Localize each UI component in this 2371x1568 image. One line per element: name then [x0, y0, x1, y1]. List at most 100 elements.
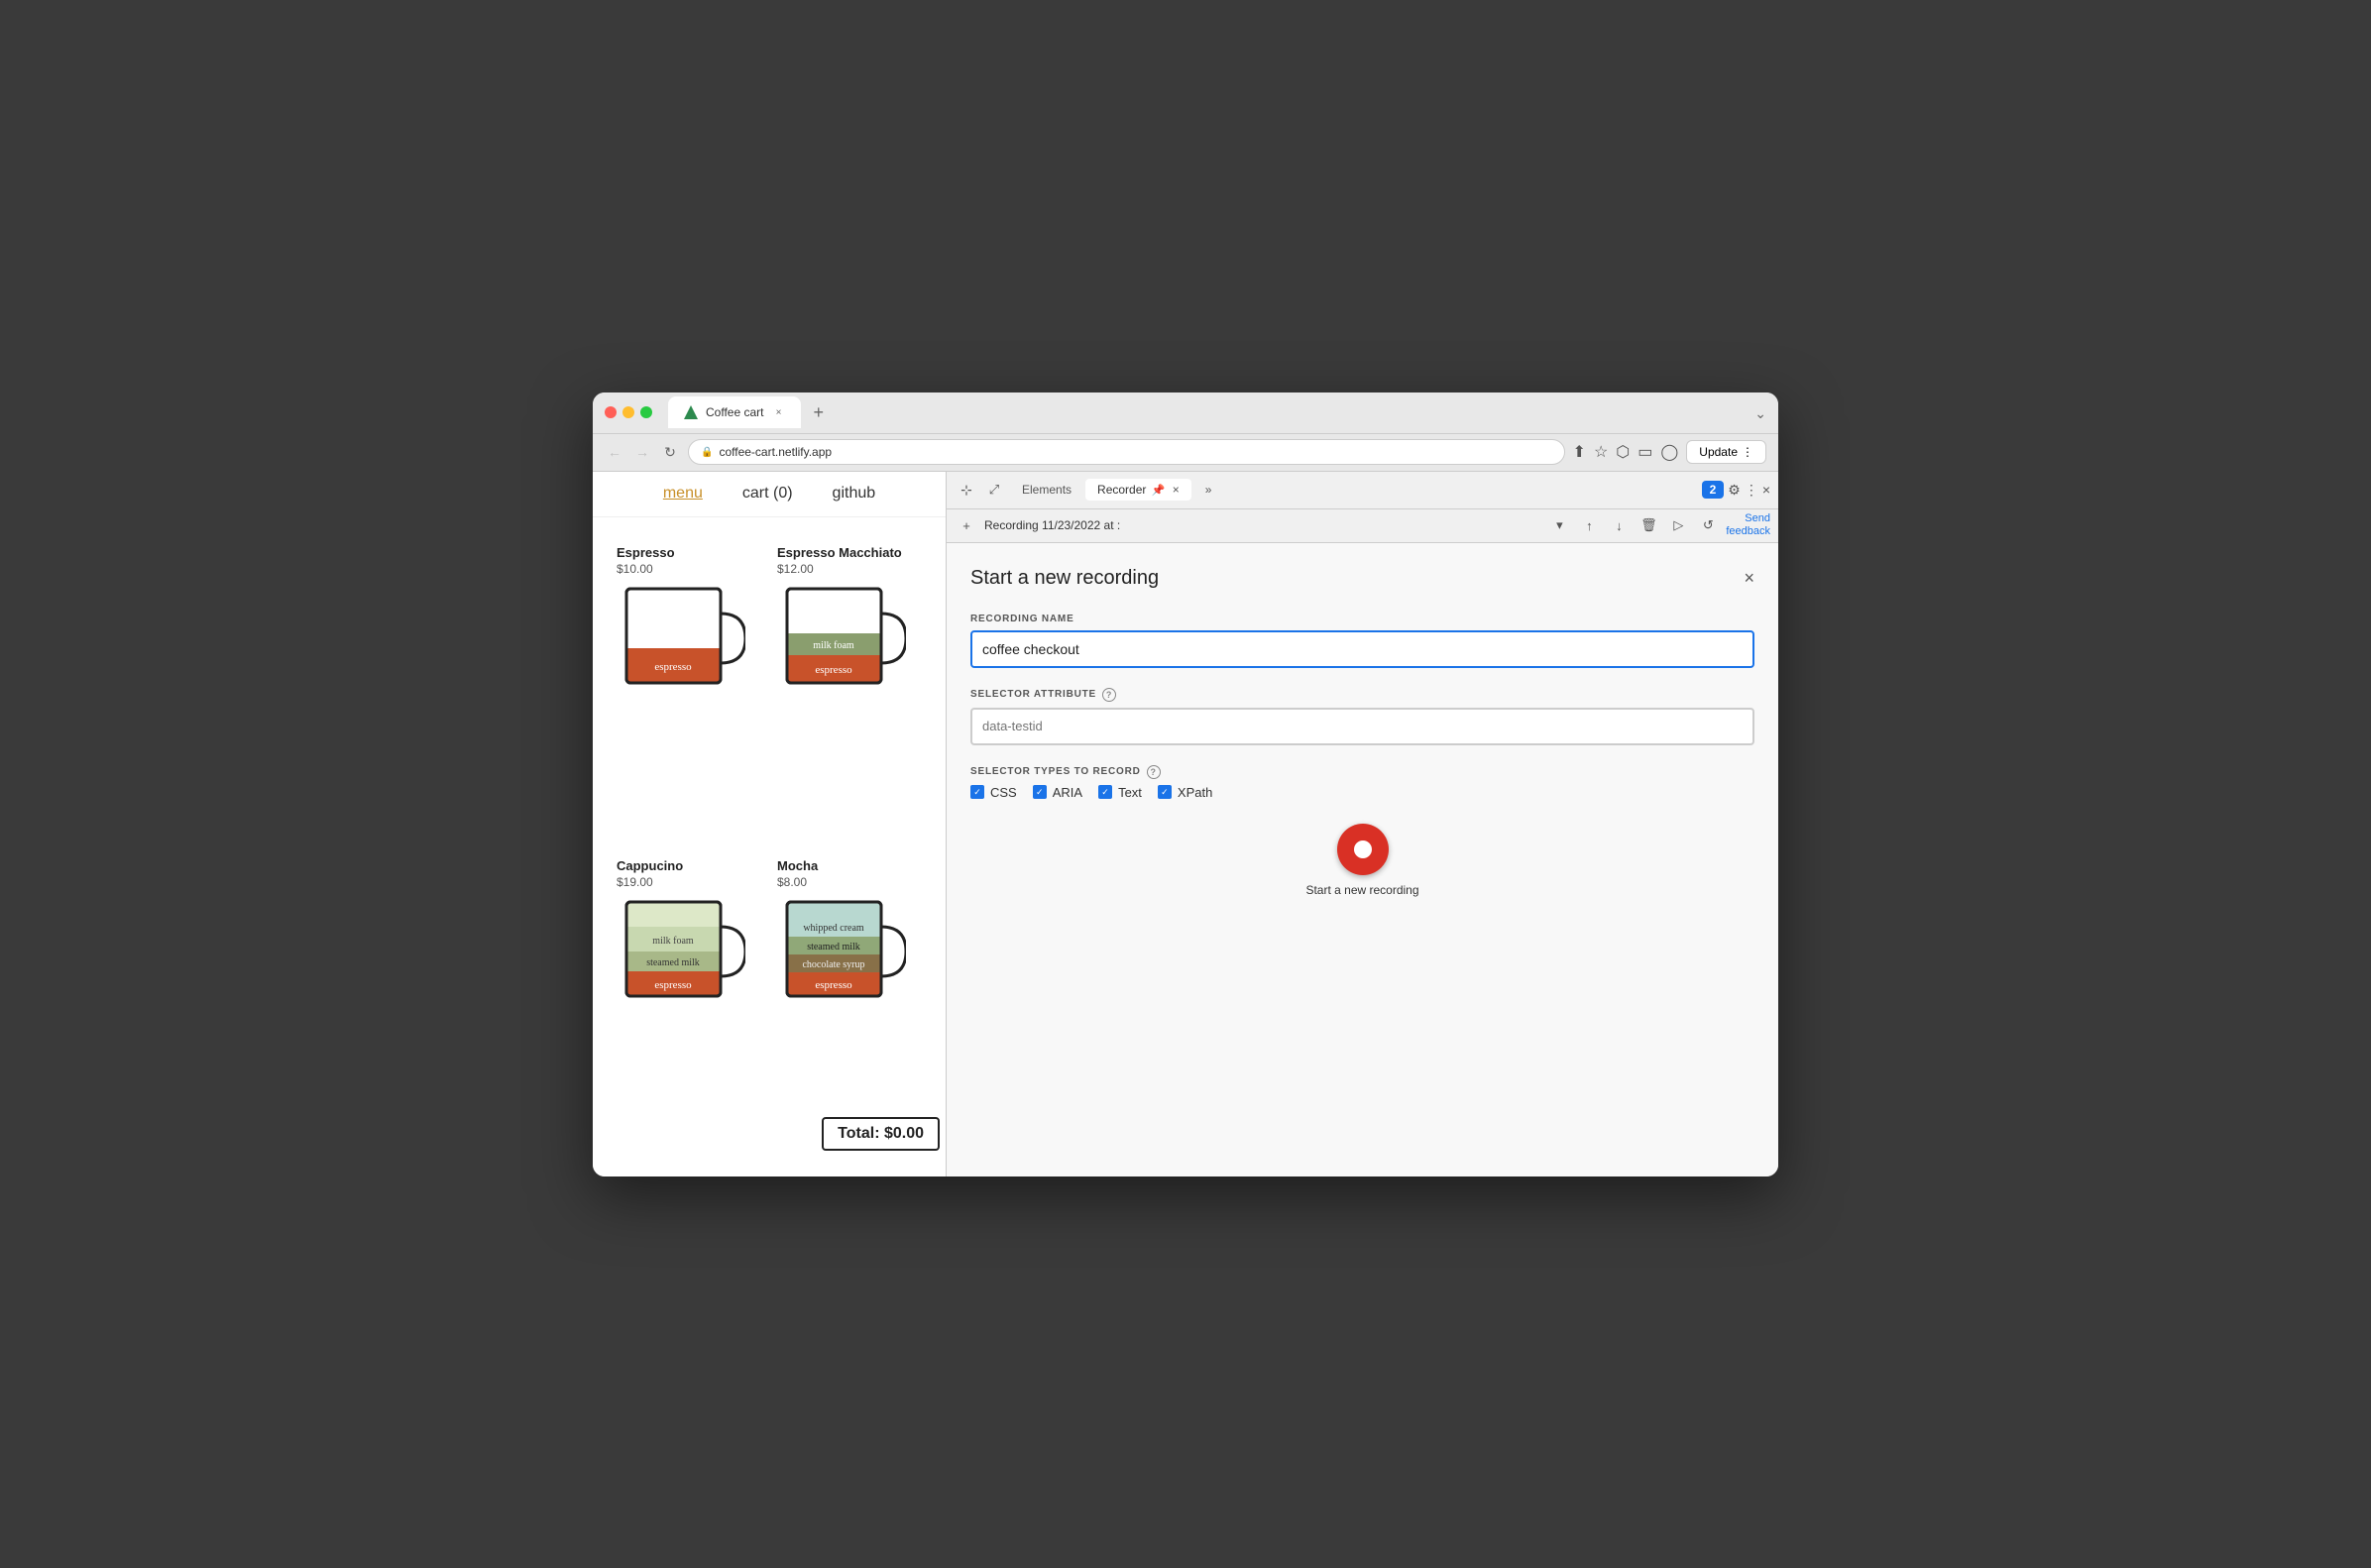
devtools-topbar: ⊹ ⤢ Elements Recorder 📌 × » 2 ⚙ ⋮ × [947, 472, 1778, 509]
list-item[interactable]: Mocha $8.00 whipped cream steamed milk [769, 846, 930, 1161]
devtools-badge[interactable]: 2 [1702, 481, 1725, 499]
bookmark-icon[interactable]: ☆ [1594, 442, 1608, 462]
close-traffic-light[interactable] [605, 406, 617, 418]
svg-text:steamed milk: steamed milk [646, 957, 700, 968]
total-badge: Total: $0.00 [822, 1117, 940, 1151]
add-recording-icon[interactable]: + [955, 513, 978, 537]
forward-button[interactable]: → [632, 442, 652, 462]
dropdown-icon[interactable]: ▾ [1547, 513, 1571, 537]
update-button[interactable]: Update ⋮ [1686, 440, 1766, 464]
tab-more[interactable]: » [1193, 479, 1224, 501]
upload-icon[interactable]: ↑ [1577, 513, 1601, 537]
svg-text:espresso: espresso [815, 979, 852, 991]
undo-icon[interactable]: ↺ [1696, 513, 1720, 537]
text-checkbox[interactable] [1098, 785, 1112, 799]
more-vert-icon[interactable]: ⋮ [1745, 482, 1758, 499]
coffee-grid: Espresso $10.00 espresso [593, 517, 946, 1176]
recording-name-group: RECORDING NAME [970, 614, 1754, 668]
back-button[interactable]: ← [605, 442, 624, 462]
checkbox-text[interactable]: Text [1098, 785, 1142, 800]
chevron-down-icon[interactable]: ⌄ [1754, 405, 1766, 421]
coffee-name: Mocha [777, 858, 818, 873]
cursor-tool-icon[interactable]: ⊹ [955, 478, 978, 502]
new-tab-button[interactable]: + [805, 402, 832, 423]
tab-close-icon[interactable]: × [771, 405, 785, 419]
devtools-tabs: Elements Recorder 📌 × » [1010, 479, 1698, 501]
svg-text:whipped cream: whipped cream [803, 923, 864, 934]
svg-text:milk foam: milk foam [652, 936, 694, 947]
svg-text:espresso: espresso [815, 664, 852, 676]
gear-icon[interactable]: ⚙ [1728, 482, 1741, 499]
coffee-price: $19.00 [617, 875, 653, 889]
refresh-button[interactable]: ↻ [660, 442, 680, 462]
update-label: Update [1699, 445, 1738, 459]
coffee-cup-wrapper: milk foam espresso [777, 584, 906, 693]
dialog-content: Start a new recording × RECORDING NAME S… [947, 543, 1778, 1176]
selector-attr-group: SELECTOR ATTRIBUTE ? [970, 688, 1754, 745]
recorder-close-icon[interactable]: × [1173, 483, 1180, 497]
total-label: Total: $0.00 [838, 1125, 924, 1142]
cast-icon[interactable]: ▭ [1637, 442, 1652, 462]
minimize-traffic-light[interactable] [622, 406, 634, 418]
svg-text:chocolate syrup: chocolate syrup [802, 959, 864, 970]
coffee-cup-wrapper: milk foam steamed milk espresso [617, 897, 745, 1006]
coffee-price: $10.00 [617, 562, 653, 576]
nav-github-link[interactable]: github [833, 485, 876, 503]
xpath-label: XPath [1178, 785, 1212, 800]
selector-attr-input[interactable] [970, 708, 1754, 745]
selector-attr-label-text: SELECTOR ATTRIBUTE [970, 689, 1096, 700]
recording-name-label-text: RECORDING NAME [970, 614, 1074, 624]
checkbox-aria[interactable]: ARIA [1033, 785, 1082, 800]
share-icon[interactable]: ⬆ [1573, 442, 1586, 462]
css-checkbox[interactable] [970, 785, 984, 799]
text-label: Text [1118, 785, 1142, 800]
xpath-checkbox[interactable] [1158, 785, 1172, 799]
selector-types-group: SELECTOR TYPES TO RECORD ? CSS ARIA [970, 765, 1754, 800]
send-feedback-link[interactable]: Send feedback [1726, 512, 1770, 538]
recording-name-input[interactable] [970, 630, 1754, 668]
recording-name-label: RECORDING NAME [970, 614, 1754, 624]
dialog-close-icon[interactable]: × [1744, 568, 1754, 589]
help-icon[interactable]: ? [1102, 688, 1116, 702]
download-icon[interactable]: ↓ [1607, 513, 1631, 537]
extension-icon[interactable]: ⬡ [1616, 442, 1630, 462]
nav-cart-link[interactable]: cart (0) [742, 485, 793, 503]
mocha-cup: whipped cream steamed milk chocolate syr… [777, 897, 906, 1001]
tab-elements[interactable]: Elements [1010, 479, 1083, 501]
profile-icon[interactable]: ◯ [1660, 442, 1678, 462]
svg-text:espresso: espresso [654, 661, 692, 673]
start-recording-button[interactable] [1337, 824, 1389, 875]
coffee-cup-wrapper: whipped cream steamed milk chocolate syr… [777, 897, 906, 1006]
more-icon: ⋮ [1742, 445, 1753, 459]
coffee-price: $12.00 [777, 562, 814, 576]
checkbox-css[interactable]: CSS [970, 785, 1017, 800]
coffee-name: Espresso [617, 545, 675, 560]
browser-tab[interactable]: Coffee cart × [668, 396, 801, 428]
coffee-name: Cappucino [617, 858, 683, 873]
play-icon[interactable]: ▷ [1666, 513, 1690, 537]
address-input[interactable]: 🔒 coffee-cart.netlify.app [688, 439, 1565, 465]
checkbox-row: CSS ARIA Text XPath [970, 785, 1754, 800]
checkbox-xpath[interactable]: XPath [1158, 785, 1212, 800]
nav-menu-link[interactable]: menu [663, 485, 703, 503]
fullscreen-icon[interactable]: ⤢ [982, 478, 1006, 502]
tab-recorder[interactable]: Recorder 📌 × [1085, 479, 1191, 501]
pin-icon: 📌 [1152, 485, 1166, 497]
devtools-close-icon[interactable]: × [1762, 482, 1770, 498]
maximize-traffic-light[interactable] [640, 406, 652, 418]
selector-types-help-icon[interactable]: ? [1147, 765, 1161, 779]
selector-types-label-text: SELECTOR TYPES TO RECORD [970, 766, 1141, 777]
record-inner-dot [1354, 840, 1372, 858]
aria-checkbox[interactable] [1033, 785, 1047, 799]
aria-label: ARIA [1053, 785, 1082, 800]
macchiato-cup: milk foam espresso [777, 584, 906, 688]
coffee-price: $8.00 [777, 875, 807, 889]
list-item[interactable]: Cappucino $19.00 milk foam steamed milk [609, 846, 769, 1161]
tab-title: Coffee cart [706, 405, 763, 419]
list-item[interactable]: Espresso $10.00 espresso [609, 533, 769, 847]
trash-icon[interactable]: 🗑 [1637, 513, 1660, 537]
send-feedback-label: Send feedback [1726, 512, 1770, 537]
list-item[interactable]: Espresso Macchiato $12.00 milk foam espr… [769, 533, 930, 847]
coffee-cup-wrapper: espresso [617, 584, 745, 693]
browser-window: Coffee cart × + ⌄ ← → ↻ 🔒 coffee-cart.ne… [593, 392, 1778, 1176]
